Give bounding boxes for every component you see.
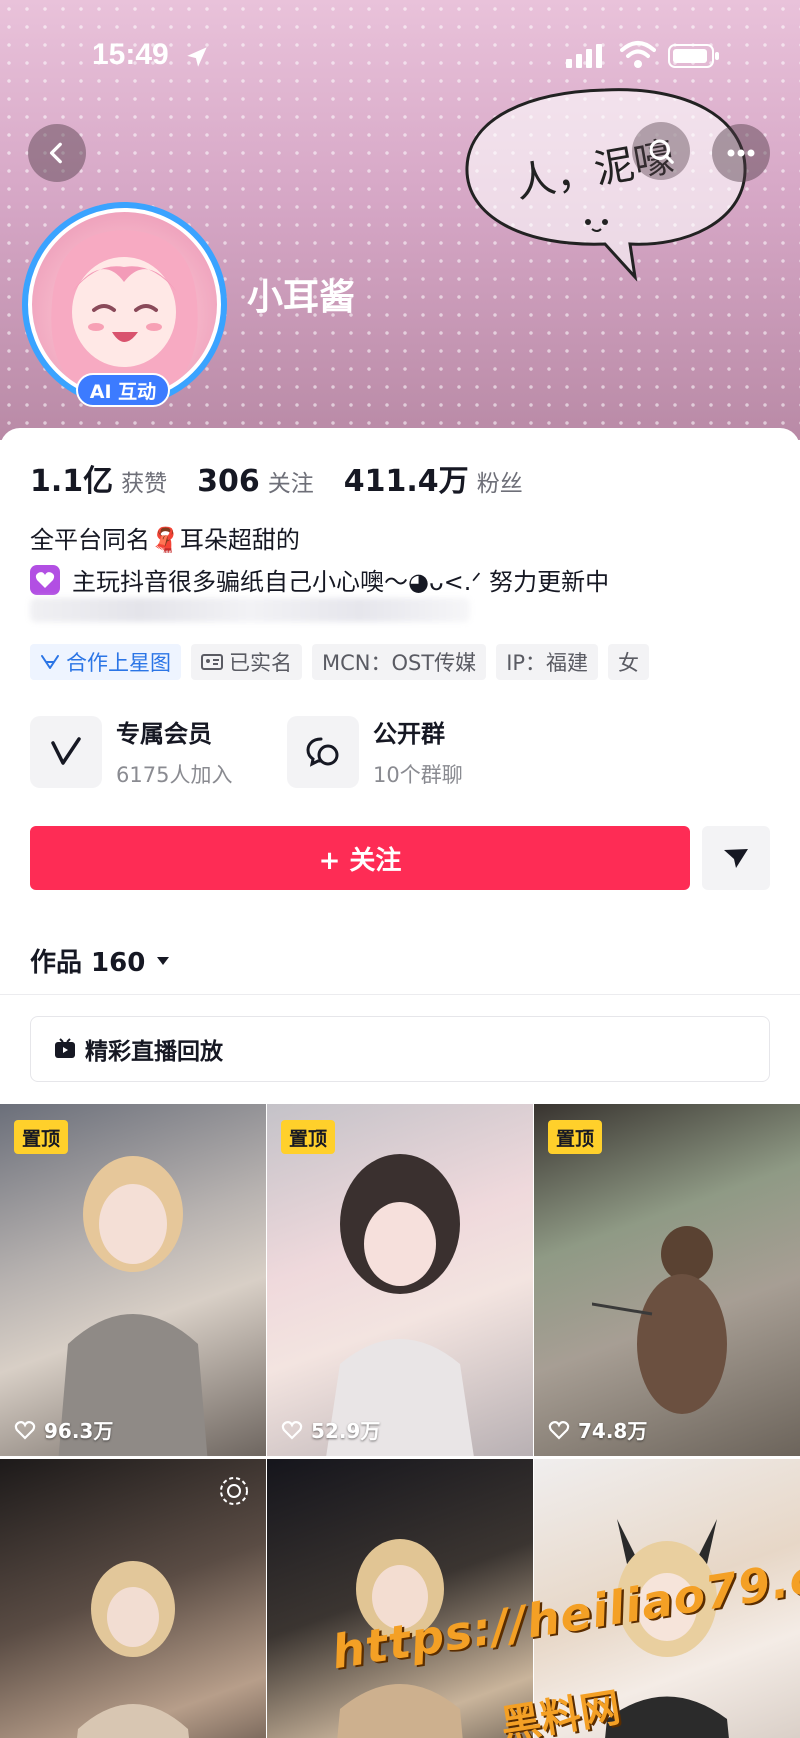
- tag-ip[interactable]: IP：福建: [496, 644, 599, 680]
- chevron-left-icon: [49, 142, 62, 164]
- video-likes: 52.9万: [281, 1415, 380, 1444]
- speech-bubble-sticker: 人，泥嚎: [465, 88, 747, 282]
- battery-icon: [668, 44, 719, 68]
- send-icon: [724, 849, 748, 868]
- following-count[interactable]: 306: [197, 464, 260, 499]
- bio-line-2-text: 主玩抖音很多骗纸自己小心噢～◕ᴗ<.ᐟ 努力更新中: [72, 568, 610, 596]
- group-title: 公开群: [373, 720, 445, 748]
- video-likes: 96.3万: [14, 1415, 113, 1444]
- ai-interaction-badge[interactable]: AI 互动: [76, 373, 170, 407]
- video-person-figure: [326, 1154, 474, 1456]
- video-monkey-figure: [592, 1226, 727, 1414]
- followers-count[interactable]: 411.4万: [344, 456, 469, 500]
- works-tab[interactable]: 作品 160: [30, 942, 171, 979]
- bio-line-1: 全平台同名🧣耳朵超甜的: [30, 526, 300, 554]
- video-thumbnail[interactable]: 置顶 96.3万: [0, 1104, 266, 1456]
- divider: [0, 994, 800, 995]
- anime-girl-avatar-icon: [51, 230, 198, 387]
- video-person-figure: [58, 1156, 208, 1456]
- location-arrow-icon: [187, 47, 207, 67]
- pinned-badge: 置顶: [548, 1120, 603, 1154]
- vip-title: 专属会员: [116, 720, 212, 748]
- vip-subtitle: 6175人加入: [116, 763, 233, 787]
- profile-nickname: 小耳酱: [247, 277, 356, 318]
- heart-outline-icon: [548, 1420, 570, 1440]
- video-thumbnail[interactable]: 置顶 52.9万: [267, 1104, 533, 1456]
- wifi-icon: [620, 41, 656, 68]
- purple-heart-icon: [30, 564, 60, 595]
- followers-label: 粉丝: [476, 471, 523, 497]
- bio-blurred-line: [30, 598, 470, 622]
- follow-button[interactable]: + 关注: [30, 826, 690, 890]
- bio-line-2: 主玩抖音很多骗纸自己小心噢～◕ᴗ<.ᐟ 努力更新中: [30, 562, 609, 597]
- heart-outline-icon: [14, 1420, 36, 1440]
- vip-v-icon: [30, 715, 102, 788]
- profile-tags: 合作上星图 已实名 MCN：OST传媒 IP：福建 女: [30, 644, 650, 680]
- tag-verified[interactable]: 已实名: [191, 644, 302, 680]
- live-replay-button[interactable]: 精彩直播回放: [30, 1016, 770, 1082]
- heart-outline-icon: [281, 1420, 303, 1440]
- video-person-figure: [77, 1561, 189, 1738]
- tag-mcn[interactable]: MCN：OST传媒: [312, 644, 487, 680]
- pinned-badge: 置顶: [281, 1120, 336, 1154]
- search-icon: [649, 139, 674, 164]
- likes-count[interactable]: 1.1亿: [30, 456, 113, 500]
- camera-ring-icon: [220, 1477, 248, 1505]
- live-replay-icon: [55, 1038, 75, 1058]
- public-group-entry[interactable]: 公开群 10个群聊: [287, 714, 463, 789]
- video-thumbnail[interactable]: [0, 1459, 266, 1738]
- caret-down-icon: [157, 956, 170, 965]
- likes-label: 获赞: [121, 471, 168, 497]
- vip-membership-entry[interactable]: 专属会员 6175人加入: [30, 714, 232, 789]
- status-time: 15:49: [92, 38, 169, 71]
- cellular-signal-icon: [566, 44, 602, 68]
- video-likes: 74.8万: [548, 1415, 647, 1444]
- more-button[interactable]: [712, 124, 770, 182]
- group-subtitle: 10个群聊: [373, 763, 463, 787]
- video-thumbnail[interactable]: 置顶 74.8万: [534, 1104, 800, 1456]
- star-map-icon: [41, 655, 59, 669]
- following-label: 关注: [267, 471, 314, 497]
- group-chat-icon: [287, 715, 359, 788]
- tag-gender[interactable]: 女: [608, 644, 650, 680]
- id-card-icon: [201, 654, 223, 670]
- search-button[interactable]: [632, 122, 690, 180]
- back-button[interactable]: [28, 124, 86, 182]
- video-thumbnail[interactable]: [267, 1459, 533, 1738]
- more-dots-icon: [727, 149, 755, 157]
- tag-star-map[interactable]: 合作上星图: [30, 644, 181, 680]
- send-message-button[interactable]: [702, 826, 770, 890]
- profile-stats: 1.1亿 获赞 306 关注 411.4万 粉丝: [30, 456, 553, 500]
- pinned-badge: 置顶: [14, 1120, 69, 1154]
